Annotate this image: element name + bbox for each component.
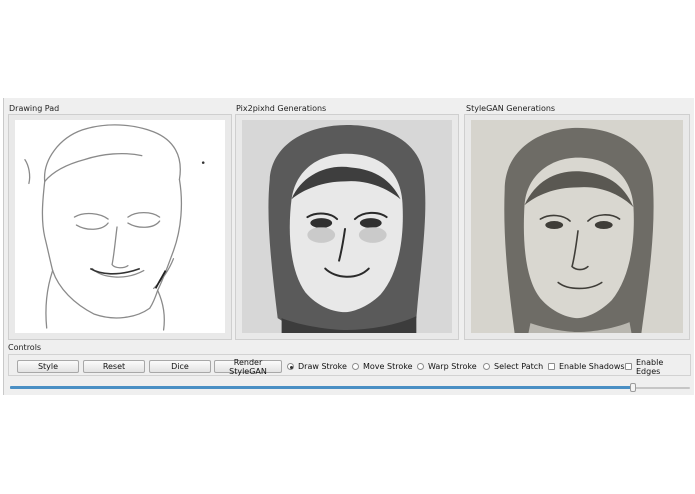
- controls-title: Controls: [8, 343, 42, 352]
- slider-fill: [10, 386, 632, 389]
- style-button[interactable]: Style: [17, 360, 79, 373]
- checkbox-icon[interactable]: [625, 363, 632, 370]
- radio-selected-icon[interactable]: [287, 363, 294, 370]
- stylegan-frame: [464, 114, 690, 340]
- mode-label: Warp Stroke: [428, 362, 477, 371]
- drawing-pad-canvas[interactable]: [15, 120, 225, 333]
- pix2pix-frame: [235, 114, 459, 340]
- pix2pix-image: [242, 120, 452, 333]
- toggle-label: Enable Edges: [635, 357, 664, 376]
- stylegan-title: StyleGAN Generations: [466, 104, 556, 113]
- toggle-label: Enable Shadows: [559, 362, 625, 371]
- reset-button[interactable]: Reset: [83, 360, 145, 373]
- stylegan-image: [471, 120, 683, 333]
- mode-move-stroke[interactable]: Move Stroke: [352, 360, 413, 373]
- dice-button[interactable]: Dice: [149, 360, 211, 373]
- drawing-pad-title: Drawing Pad: [9, 104, 60, 113]
- mode-draw-stroke[interactable]: Draw Stroke: [287, 360, 347, 373]
- render-stylegan-button[interactable]: Render StyleGAN: [214, 358, 282, 376]
- mode-label: Draw Stroke: [298, 362, 347, 371]
- radio-icon[interactable]: [352, 363, 359, 370]
- radio-icon[interactable]: [417, 363, 424, 370]
- mode-warp-stroke[interactable]: Warp Stroke: [417, 360, 477, 373]
- mode-select-patch[interactable]: Select Patch: [483, 360, 543, 373]
- pix2pix-title: Pix2pixhd Generations: [236, 104, 327, 113]
- mode-label: Move Stroke: [363, 362, 413, 371]
- drawing-pad-frame: [8, 114, 232, 340]
- radio-icon[interactable]: [483, 363, 490, 370]
- parameter-slider[interactable]: [10, 383, 690, 393]
- mode-label: Select Patch: [494, 362, 544, 371]
- pix2pix-face: [242, 120, 452, 333]
- sketch-drawing: [24, 124, 205, 331]
- stylegan-face: [471, 120, 683, 333]
- checkbox-icon[interactable]: [548, 363, 555, 370]
- toggle-enable-shadows[interactable]: Enable Shadows: [548, 360, 625, 373]
- controls-bar: Style Reset Dice Render StyleGAN Draw St…: [8, 354, 691, 376]
- slider-handle[interactable]: [630, 383, 636, 392]
- toggle-enable-edges[interactable]: Enable Edges: [625, 357, 690, 376]
- app-window: Drawing Pad Pix2pixhd Generations StyleG…: [3, 98, 694, 395]
